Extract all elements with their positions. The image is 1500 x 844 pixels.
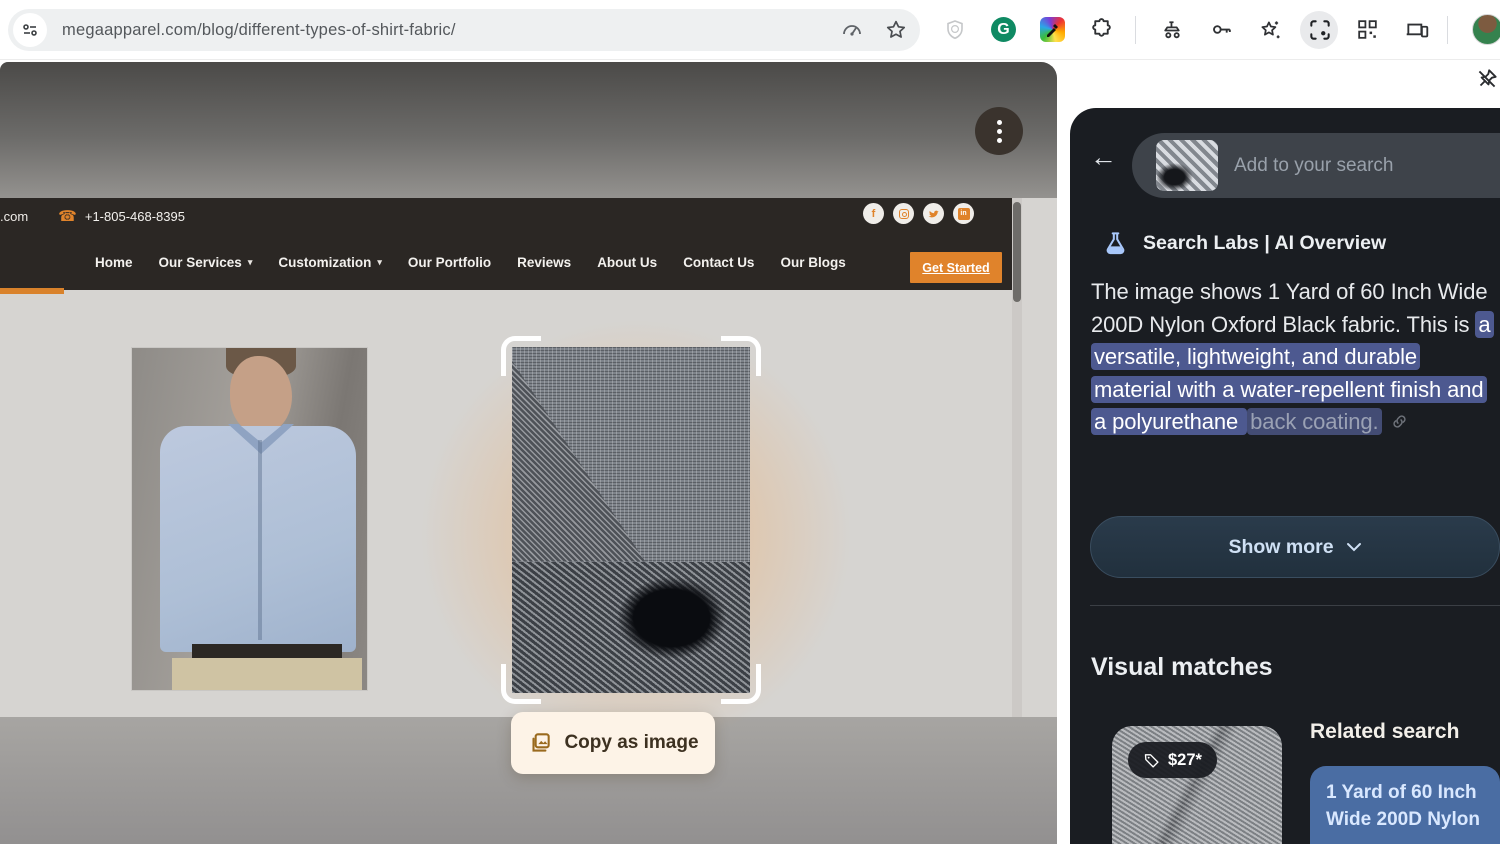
address-bar[interactable]: megaapparel.com/blog/different-types-of-… (8, 9, 920, 51)
lens-selection-region[interactable] (501, 336, 761, 704)
screenshot-lens-button[interactable] (1306, 16, 1333, 43)
nav-about-us[interactable]: About Us (597, 255, 657, 270)
toolbar-separator (1447, 16, 1448, 44)
nav-our-portfolio[interactable]: Our Portfolio (408, 255, 491, 270)
chevron-down-icon (1346, 543, 1361, 552)
nav-our-services[interactable]: Our Services ▾ (159, 255, 253, 270)
reading-list-button[interactable] (1256, 16, 1283, 43)
back-arrow-icon[interactable]: ← (1090, 144, 1117, 171)
grammarly-extension-button[interactable]: G (990, 16, 1017, 43)
get-started-button[interactable]: Get Started (910, 252, 1002, 283)
devices-icon (1406, 23, 1428, 37)
performance-button[interactable] (840, 18, 864, 42)
passwords-button[interactable] (1208, 16, 1235, 43)
show-more-button[interactable]: Show more (1090, 516, 1500, 578)
blog-image-man-shirt (131, 347, 368, 691)
site-header: .com ☎ +1-805-468-8395 f in Home Our Ser… (0, 198, 1012, 290)
unpin-icon[interactable] (1474, 66, 1500, 92)
extensions-button[interactable] (1088, 16, 1115, 43)
nav-contact-us[interactable]: Contact Us (683, 255, 754, 270)
price-tag-icon (1144, 753, 1159, 768)
query-image-thumbnail[interactable] (1156, 140, 1218, 191)
qr-button[interactable] (1354, 16, 1381, 43)
visual-matches-title: Visual matches (1091, 653, 1273, 681)
phone-number[interactable]: +1-805-468-8395 (85, 209, 185, 224)
related-search-query: 1 Yard of 60 Inch Wide 200D Nylon (1326, 782, 1480, 830)
facebook-icon[interactable]: f (863, 203, 884, 224)
selection-handle-top-right[interactable] (721, 336, 761, 376)
main-nav: Home Our Services ▾ Customization ▾ Our Po… (95, 234, 846, 290)
copy-as-image-button[interactable]: Copy as image (511, 712, 715, 774)
caret-down-icon: ▾ (247, 256, 253, 267)
url-text[interactable]: megaapparel.com/blog/different-types-of-… (62, 9, 456, 51)
selection-handle-bottom-left[interactable] (501, 664, 541, 704)
labs-flask-icon (1106, 232, 1125, 255)
nav-customization[interactable]: Customization ▾ (278, 255, 382, 270)
ai-overview-text: The image shows 1 Yard of 60 Inch Wide 2… (1091, 276, 1495, 441)
social-links: f in (863, 203, 974, 224)
overview-muted[interactable]: back coating. (1247, 408, 1382, 435)
visual-match-card[interactable]: $27* (1112, 726, 1282, 844)
lens-results-panel: ← Search Labs | AI Overview ⋮ The image … (1070, 108, 1500, 844)
more-options-icon[interactable]: ⋮ (1493, 228, 1500, 253)
price-badge[interactable]: $27* (1128, 742, 1217, 778)
webpage-capture: .com ☎ +1-805-468-8395 f in Home Our Ser… (0, 62, 1057, 844)
site-settings-button[interactable] (13, 13, 47, 47)
phone-icon: ☎ (58, 208, 77, 225)
overview-lead: The image shows 1 Yard of 60 Inch Wide 2… (1091, 279, 1488, 337)
selection-handle-bottom-right[interactable] (721, 664, 761, 704)
copy-image-icon (532, 733, 551, 752)
qr-code-icon (1358, 20, 1377, 39)
citation-link-icon[interactable] (1390, 408, 1409, 441)
twitter-icon[interactable] (923, 203, 944, 224)
lens-search-bar[interactable] (1132, 133, 1500, 198)
page-scrollbar-thumb[interactable] (1013, 202, 1021, 302)
lens-capture-icon (1309, 19, 1330, 40)
profile-avatar[interactable] (1472, 14, 1500, 45)
kart-icon (1164, 21, 1180, 39)
site-topbar: .com ☎ +1-805-468-8395 (0, 198, 1012, 234)
nav-home[interactable]: Home (95, 255, 133, 270)
toolbar-separator (1135, 16, 1136, 44)
screenshot-root: megaapparel.com/blog/different-types-of-… (0, 0, 1500, 844)
colorpicker-icon (1040, 17, 1065, 42)
nav-our-blogs[interactable]: Our Blogs (780, 255, 845, 270)
selection-handle-top-left[interactable] (501, 336, 541, 376)
send-to-devices-button[interactable] (1403, 16, 1430, 43)
add-to-search-input[interactable] (1234, 133, 1484, 198)
search-labs-header: Search Labs | AI Overview (1102, 230, 1386, 257)
nav-reviews[interactable]: Reviews (517, 255, 571, 270)
tune-icon (23, 24, 37, 36)
instagram-icon[interactable] (893, 203, 914, 224)
section-divider (1090, 605, 1500, 606)
related-search-card[interactable]: 1 Yard of 60 Inch Wide 200D Nylon (1310, 766, 1500, 844)
colorpicker-extension-button[interactable] (1039, 16, 1066, 43)
linkedin-icon[interactable]: in (953, 203, 974, 224)
speedometer-icon (843, 25, 861, 36)
email-fragment: .com (0, 208, 29, 224)
star-sparkle-icon (1261, 20, 1280, 38)
kart-extension-button[interactable] (1159, 16, 1186, 43)
page-dimmed-hero (0, 62, 1057, 198)
key-icon (1213, 25, 1231, 34)
bookmark-star-icon (886, 20, 906, 38)
caret-down-icon: ▾ (377, 256, 382, 267)
labs-title: Search Labs | AI Overview (1143, 232, 1387, 254)
grammarly-icon: G (991, 17, 1016, 42)
shield-icon (946, 19, 963, 39)
bookmark-button[interactable] (884, 18, 908, 42)
puzzle-icon (1092, 18, 1111, 37)
shield-extension-button[interactable] (941, 16, 968, 43)
page-more-options-button[interactable] (975, 107, 1023, 155)
related-search-title: Related search (1310, 720, 1460, 743)
browser-toolbar: megaapparel.com/blog/different-types-of-… (0, 0, 1500, 60)
blog-image-fabric (512, 347, 750, 693)
